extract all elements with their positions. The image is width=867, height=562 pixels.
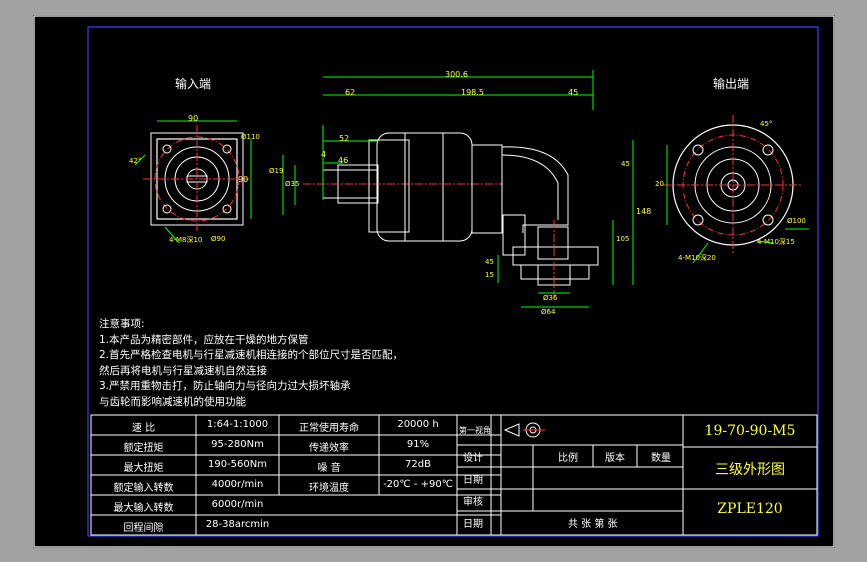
spec-value: 20000 h: [397, 419, 439, 430]
dim-42: 42°: [129, 157, 142, 165]
note-line: 3.严禁用重物击打，防止轴向力与径向力过大损坏轴承: [99, 380, 351, 392]
spec-label: 最大输入转数: [113, 503, 174, 514]
title-date1: 日期: [463, 475, 483, 486]
dim-spigot-dia: Ø35: [285, 180, 300, 188]
note-line: 2.首先严格检查电机与行星减速机相连接的个部位尺寸是否匹配，: [99, 349, 404, 361]
spec-value: 72dB: [405, 459, 431, 470]
note-line: 然后再将电机与行星减速机自然连接: [99, 364, 267, 377]
note-line: 与齿轮而影响减速机的使用功能: [99, 395, 246, 408]
spec-value: 91%: [406, 439, 430, 450]
notes-block: 注意事项: 1.本产品为精密部件，应放在干燥的地方保管 2.首先严格检查电机与行…: [99, 317, 403, 410]
spec-label: 环境温度: [309, 483, 349, 494]
spec-label: 额定扭矩: [123, 443, 164, 454]
notes-title: 注意事项:: [99, 318, 145, 330]
spec-value: -20℃ - +90℃: [383, 479, 453, 490]
spec-value: 190-560Nm: [207, 459, 267, 470]
spec-value: 4000r/min: [211, 479, 264, 490]
dim-out-36: Ø36: [543, 294, 558, 302]
spec-value: 1:64-1:1000: [206, 419, 269, 430]
dim-20: 20: [655, 180, 664, 188]
dim-110: Ø110: [241, 133, 260, 141]
drawing-code: 19-70-90-M5: [704, 423, 796, 439]
dim-h45b: 45: [485, 258, 494, 266]
note-line: 1.本产品为精密部件，应放在干燥的地方保管: [99, 333, 309, 346]
dim-62: 62: [345, 88, 356, 97]
title-design: 设计: [463, 453, 483, 464]
dim-screw-out2: 4-M10深20: [678, 254, 716, 262]
dim-screw-input: 4-M8深10: [169, 236, 203, 244]
side-view: [282, 70, 634, 308]
dim-h148: 148: [636, 207, 652, 216]
spec-value: 6000r/min: [211, 499, 264, 510]
drawing-model: ZPLE120: [717, 501, 783, 517]
dim-shaft-dia: Ø19: [269, 167, 284, 175]
input-view: [134, 120, 252, 244]
spec-value: 95-280Nm: [211, 439, 264, 450]
dim-198: 198.5: [461, 88, 484, 97]
dim-h105: 105: [616, 235, 630, 243]
dim-46: 46: [338, 156, 349, 165]
title-projection: 第一视角: [459, 426, 491, 435]
drawing-name: 三级外形图: [715, 462, 785, 478]
spec-value: 28-38arcmin: [205, 519, 270, 530]
dim-90-bottom: Ø90: [211, 235, 226, 243]
dim-total-length: 300.6: [445, 70, 468, 79]
title-scale: 比例: [558, 453, 578, 464]
title-quantity: 数量: [651, 453, 671, 464]
spec-label: 传递效率: [309, 443, 349, 454]
dim-52: 52: [339, 134, 350, 143]
dim-h45: 45: [621, 160, 630, 168]
dim-h15: 15: [485, 271, 494, 279]
dim-4: 4: [321, 150, 327, 159]
dim-45-deg: 45°: [760, 120, 773, 128]
spec-label: 额定输入转数: [113, 483, 174, 494]
title-date2: 日期: [463, 519, 483, 530]
input-view-title: 输入端: [175, 77, 212, 91]
spec-label: 最大扭矩: [123, 463, 164, 474]
dim-out-64: Ø64: [541, 308, 556, 316]
dim-45: 45: [568, 88, 579, 97]
spec-label: 回程间隙: [123, 523, 164, 534]
dim-screw-out1: 4-M10深15: [757, 238, 795, 246]
drawing-sheet: 输入端 输出端 300.6 62 198.5 45 52 4 46 Ø19 Ø3…: [33, 15, 835, 548]
dim-90-right: 90: [238, 175, 249, 184]
dim-100: Ø100: [787, 217, 806, 225]
spec-label: 噪 音: [317, 463, 341, 474]
output-view-title: 输出端: [713, 77, 750, 91]
spec-label: 速 比: [131, 423, 156, 434]
title-sheets: 共 张 第 张: [568, 519, 618, 530]
spec-label: 正常使用寿命: [299, 423, 359, 434]
title-review: 审核: [463, 497, 483, 508]
dim-90-top: 90: [188, 114, 199, 123]
first-angle-symbol: [503, 422, 545, 438]
title-version: 版本: [605, 453, 625, 464]
